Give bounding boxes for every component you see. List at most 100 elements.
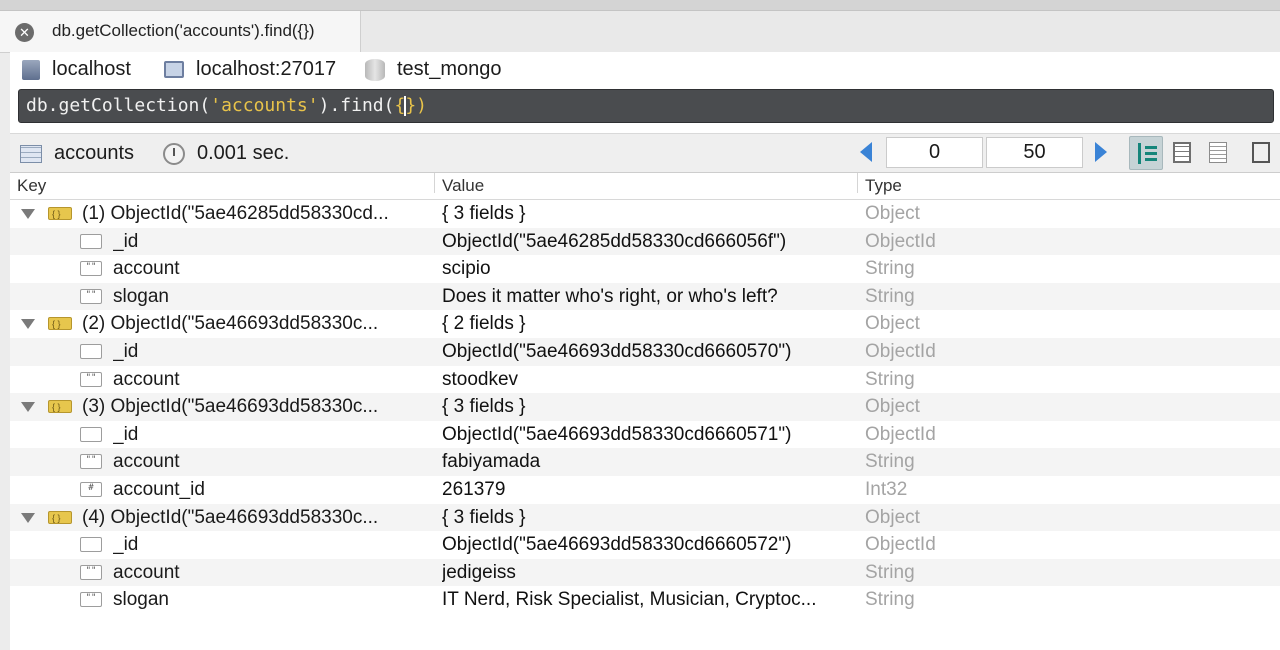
row-type: Object xyxy=(865,203,920,224)
tab-bar: ✕ db.getCollection('accounts').find({}) xyxy=(0,11,1280,53)
connection-host[interactable]: localhost xyxy=(22,56,131,82)
page-start-input[interactable]: 0 xyxy=(886,137,983,168)
row-key: _id xyxy=(113,534,139,556)
field-row[interactable]: _id ObjectId("5ae46285dd58330cd666056f") O… xyxy=(10,227,1280,256)
object-icon xyxy=(48,311,72,338)
document-row[interactable]: (2) ObjectId("5ae46693dd58330c... { 2 fie… xyxy=(10,310,1280,338)
table-grid-icon xyxy=(20,144,42,163)
expand-triangle-icon[interactable] xyxy=(21,319,35,330)
column-divider[interactable] xyxy=(434,173,435,193)
field-row[interactable]: "" slogan IT Nerd, Risk Specialist, Musici… xyxy=(10,586,1280,614)
expand-triangle-icon[interactable] xyxy=(21,512,35,523)
row-key: (4) ObjectId("5ae46693dd58330c... xyxy=(82,506,379,528)
tab-label: db.getCollection('accounts').find({}) xyxy=(52,21,315,40)
query-tab[interactable]: ✕ db.getCollection('accounts').find({}) xyxy=(0,11,361,52)
field-row[interactable]: "" account stoodkev String xyxy=(10,366,1280,394)
tree-view-icon xyxy=(1138,143,1159,164)
row-type: String xyxy=(865,368,915,390)
query-text[interactable]: db.getCollection('accounts').find({}) xyxy=(26,93,427,119)
row-value: { 2 fields } xyxy=(442,313,526,335)
close-icon[interactable]: ✕ xyxy=(15,23,34,42)
row-type: String xyxy=(865,285,915,307)
text-view-button[interactable] xyxy=(1201,136,1235,170)
field-type-icon: "" xyxy=(80,564,102,580)
table-view-button[interactable] xyxy=(1165,136,1199,170)
column-key[interactable]: Key xyxy=(17,173,46,199)
column-type[interactable]: Type xyxy=(865,173,902,199)
connection-bar: localhost localhost:27017 test_mongo xyxy=(10,52,1280,86)
row-value: ObjectId("5ae46693dd58330cd6660570") xyxy=(442,340,792,362)
row-type: ObjectId xyxy=(865,423,936,445)
field-type-icon: # xyxy=(80,481,102,497)
field-type-icon: "" xyxy=(80,454,102,470)
document-row[interactable]: (1) ObjectId("5ae46285dd58330cd... { 3 fi… xyxy=(10,200,1280,228)
query-brace-close: }) xyxy=(405,95,427,116)
field-row[interactable]: "" account fabiyamada String xyxy=(10,448,1280,476)
collection-name: accounts xyxy=(54,142,135,164)
expand-triangle-icon[interactable] xyxy=(21,402,35,413)
field-type-icon: "" xyxy=(80,592,102,608)
row-key: account xyxy=(113,258,180,280)
database-icon xyxy=(365,58,385,81)
tree-view-button[interactable] xyxy=(1129,136,1163,170)
object-icon xyxy=(48,394,72,421)
row-type: Object xyxy=(865,313,920,335)
connection-database[interactable]: test_mongo xyxy=(365,56,502,82)
next-page-icon[interactable] xyxy=(1095,142,1107,162)
row-type: String xyxy=(865,451,915,473)
previous-page-icon[interactable] xyxy=(860,142,872,162)
field-type-icon xyxy=(80,233,102,249)
row-key: slogan xyxy=(113,285,169,307)
object-icon xyxy=(48,201,72,228)
expand-triangle-icon[interactable] xyxy=(21,209,35,219)
row-value: ObjectId("5ae46285dd58330cd666056f") xyxy=(442,230,787,252)
page-size-input[interactable]: 50 xyxy=(986,137,1083,168)
row-key: (1) ObjectId("5ae46285dd58330cd... xyxy=(82,203,389,224)
field-type-icon: "" xyxy=(80,261,102,277)
row-type: ObjectId xyxy=(865,340,936,362)
execution-time-value: 0.001 sec. xyxy=(197,142,290,164)
connection-server[interactable]: localhost:27017 xyxy=(164,56,336,82)
row-key: slogan xyxy=(113,589,169,611)
row-key: (3) ObjectId("5ae46693dd58330c... xyxy=(82,396,379,418)
query-editor[interactable]: db.getCollection('accounts').find({}) xyxy=(18,89,1274,123)
query-mid: ).find( xyxy=(318,95,395,116)
row-key: account xyxy=(113,368,180,390)
row-value: jedigeiss xyxy=(442,561,516,583)
field-row[interactable]: _id ObjectId("5ae46693dd58330cd6660571") O… xyxy=(10,421,1280,449)
results-tree: (1) ObjectId("5ae46285dd58330cd... { 3 fi… xyxy=(10,200,1280,614)
document-row[interactable]: (3) ObjectId("5ae46693dd58330c... { 3 fie… xyxy=(10,393,1280,421)
row-value: Does it matter who's right, or who's lef… xyxy=(442,285,778,307)
table-view-icon xyxy=(1173,142,1191,163)
field-type-icon: "" xyxy=(80,371,102,387)
host-label: localhost xyxy=(52,58,131,80)
row-value: ObjectId("5ae46693dd58330cd6660571") xyxy=(442,423,792,445)
window-mode-button[interactable] xyxy=(1244,136,1278,170)
row-key: account_id xyxy=(113,478,205,500)
field-row[interactable]: # account_id 261379 Int32 xyxy=(10,476,1280,504)
document-row[interactable]: (4) ObjectId("5ae46693dd58330c... { 3 fie… xyxy=(10,503,1280,532)
row-key: _id xyxy=(113,423,139,445)
row-value: scipio xyxy=(442,258,491,280)
row-value: ObjectId("5ae46693dd58330cd6660572") xyxy=(442,534,792,556)
field-row[interactable]: "" account scipio String xyxy=(10,255,1280,283)
field-row[interactable]: _id ObjectId("5ae46693dd58330cd6660572") O… xyxy=(10,531,1280,559)
column-divider[interactable] xyxy=(857,173,858,193)
server-label: localhost:27017 xyxy=(196,58,337,80)
field-type-icon: "" xyxy=(80,288,102,304)
field-row[interactable]: "" account jedigeiss String xyxy=(10,558,1280,587)
field-type-icon xyxy=(80,537,102,553)
column-value[interactable]: Value xyxy=(442,173,484,199)
execution-time: 0.001 sec. xyxy=(163,140,289,166)
field-row[interactable]: _id ObjectId("5ae46693dd58330cd6660570") O… xyxy=(10,337,1280,366)
field-row[interactable]: "" slogan Does it matter who's right, or w… xyxy=(10,282,1280,311)
row-type: Object xyxy=(865,506,920,528)
monitor-icon xyxy=(164,61,184,79)
row-value: fabiyamada xyxy=(442,451,541,473)
row-type: String xyxy=(865,258,915,280)
results-header: Key Value Type xyxy=(10,173,1280,200)
window-top-strip xyxy=(0,0,1280,11)
text-view-icon xyxy=(1209,142,1227,163)
row-value: { 3 fields } xyxy=(442,396,526,418)
query-string: 'accounts' xyxy=(210,95,319,116)
